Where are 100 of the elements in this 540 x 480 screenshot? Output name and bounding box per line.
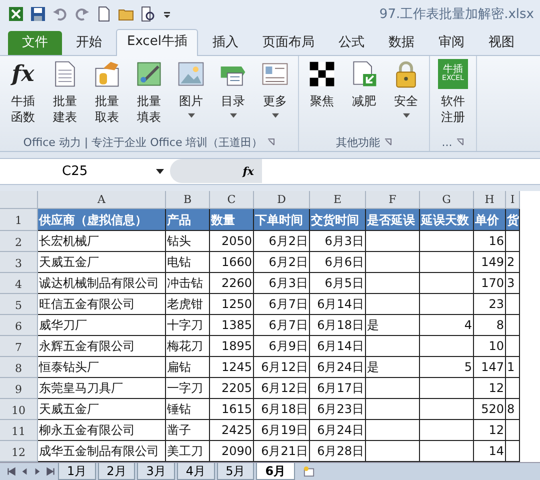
table-cell xyxy=(366,294,420,315)
redo-icon[interactable] xyxy=(74,6,90,22)
ribbon-tab[interactable]: 页面布局 xyxy=(252,30,324,55)
ribbon-button[interactable]: 图片 xyxy=(170,58,212,134)
last-sheet-icon[interactable] xyxy=(45,466,56,477)
ribbon-button[interactable]: 目录 xyxy=(212,58,254,134)
dialog-launcher-icon[interactable] xyxy=(456,138,464,146)
table-cell: 6月18日 xyxy=(310,314,366,336)
ribbon-tab[interactable]: 视图 xyxy=(478,30,524,55)
row-header[interactable]: 11 xyxy=(0,420,38,441)
column-header[interactable]: G xyxy=(420,190,474,209)
ribbon-button[interactable]: 批量 建表 xyxy=(44,58,86,134)
window-title: 97.工作表批量加解密.xlsx xyxy=(379,6,534,24)
row-header[interactable]: 10 xyxy=(0,398,38,420)
undo-icon[interactable] xyxy=(52,6,68,22)
ribbon-tab[interactable]: 开始 xyxy=(66,30,112,55)
table-cell: 梅花刀 xyxy=(166,336,210,357)
row-header[interactable]: 1 xyxy=(0,208,38,231)
excel-logo-icon[interactable] xyxy=(8,6,24,22)
row-header[interactable]: 12 xyxy=(0,440,38,462)
table-cell: 6月24日 xyxy=(310,420,366,441)
print-preview-icon[interactable] xyxy=(140,6,156,22)
dialog-launcher-icon[interactable] xyxy=(384,138,392,146)
row-header[interactable]: 2 xyxy=(0,230,38,252)
table-cell: 6月3日 xyxy=(310,230,366,252)
sheet-tab[interactable]: 1月 xyxy=(58,462,96,480)
column-header[interactable]: A xyxy=(38,190,166,209)
table-cell xyxy=(366,272,420,294)
ribbon-tab[interactable]: 插入 xyxy=(202,30,248,55)
table-cell: 6月17日 xyxy=(310,378,366,399)
caret-icon[interactable] xyxy=(188,112,194,118)
name-box[interactable]: C25 xyxy=(62,164,88,179)
table-cell xyxy=(506,336,520,357)
table-cell: 12 xyxy=(474,420,506,441)
table-cell: 6月23日 xyxy=(310,398,366,420)
ribbon-button[interactable]: fx 牛插 函数 xyxy=(2,58,44,134)
table-cell: 149 xyxy=(474,252,506,273)
table-cell: 2 xyxy=(506,252,520,273)
table-cell xyxy=(420,378,474,399)
table-cell: 6月12日 xyxy=(254,378,310,399)
dialog-launcher-icon[interactable] xyxy=(266,138,275,146)
row-header[interactable]: 3 xyxy=(0,252,38,273)
ribbon-button[interactable]: 更多 xyxy=(254,58,296,134)
first-sheet-icon[interactable] xyxy=(6,466,17,477)
table-cell: 凿子 xyxy=(166,420,210,441)
row-header[interactable]: 9 xyxy=(0,378,38,399)
row-header[interactable]: 4 xyxy=(0,272,38,294)
table-cell xyxy=(420,336,474,357)
column-header[interactable]: F xyxy=(366,190,420,209)
table-cell: 8 xyxy=(474,314,506,336)
table-cell: 6月3日 xyxy=(254,272,310,294)
caret-icon[interactable] xyxy=(156,168,164,174)
new-document-icon[interactable] xyxy=(96,6,112,22)
column-header[interactable]: H xyxy=(474,190,506,209)
row-header[interactable]: 8 xyxy=(0,356,38,378)
table-cell: 冲击钻 xyxy=(166,272,210,294)
row-header[interactable]: 6 xyxy=(0,314,38,336)
ribbon-tab[interactable]: 审阅 xyxy=(428,30,474,55)
column-header[interactable]: B xyxy=(166,190,210,209)
ribbon-tab[interactable]: 公式 xyxy=(328,30,374,55)
table-cell: 6月18日 xyxy=(254,398,310,420)
table-cell: 一字刀 xyxy=(166,378,210,399)
ribbon-button[interactable]: 批量 取表 xyxy=(86,58,128,134)
sheet-tab[interactable]: 6月 xyxy=(256,462,295,480)
insert-function-button[interactable]: fx xyxy=(242,164,254,178)
column-header[interactable]: C xyxy=(210,190,254,209)
caret-icon[interactable] xyxy=(272,112,278,118)
ribbon-button[interactable]: 减肥 xyxy=(343,58,385,134)
table-cell xyxy=(506,378,520,399)
table-cell: 6月14日 xyxy=(310,294,366,315)
table-cell: 是 xyxy=(366,314,420,336)
table-cell: 23 xyxy=(474,294,506,315)
ribbon-tab[interactable]: Excel牛插 xyxy=(116,28,198,56)
save-icon[interactable] xyxy=(30,6,46,22)
table-cell: 6月7日 xyxy=(254,314,310,336)
table-cell: 147 xyxy=(474,356,506,378)
row-header[interactable]: 7 xyxy=(0,336,38,357)
column-header[interactable]: D xyxy=(254,190,310,209)
column-header[interactable]: E xyxy=(310,190,366,209)
table-cell: 6月19日 xyxy=(254,420,310,441)
caret-icon[interactable] xyxy=(402,112,410,118)
table-cell xyxy=(420,294,474,315)
table-cell: 2260 xyxy=(210,272,254,294)
column-header[interactable]: I xyxy=(506,190,520,209)
sheet-tab[interactable]: 3月 xyxy=(137,462,175,480)
ribbon-button[interactable]: 安全 xyxy=(385,58,427,134)
group-label: Office 动力 | 专注于企业 Office 培训（王道田） xyxy=(23,134,263,150)
ribbon-button[interactable]: 聚焦 xyxy=(301,58,343,134)
table-cell: 6月9日 xyxy=(254,336,310,357)
table-header-cell: 是否延误 xyxy=(366,208,420,231)
caret-icon[interactable] xyxy=(230,112,236,118)
ribbon-button[interactable]: 批量 填表 xyxy=(128,58,170,134)
table-cell xyxy=(420,272,474,294)
ribbon-tab[interactable]: 文件 xyxy=(8,30,62,55)
sheet-tab[interactable]: 2月 xyxy=(98,462,136,480)
table-cell: 6月5日 xyxy=(310,272,366,294)
sheet-tab[interactable]: 4月 xyxy=(176,462,215,480)
sheet-tab[interactable]: 5月 xyxy=(216,462,254,480)
row-header[interactable]: 5 xyxy=(0,294,38,315)
ribbon-tab[interactable]: 数据 xyxy=(378,30,424,55)
